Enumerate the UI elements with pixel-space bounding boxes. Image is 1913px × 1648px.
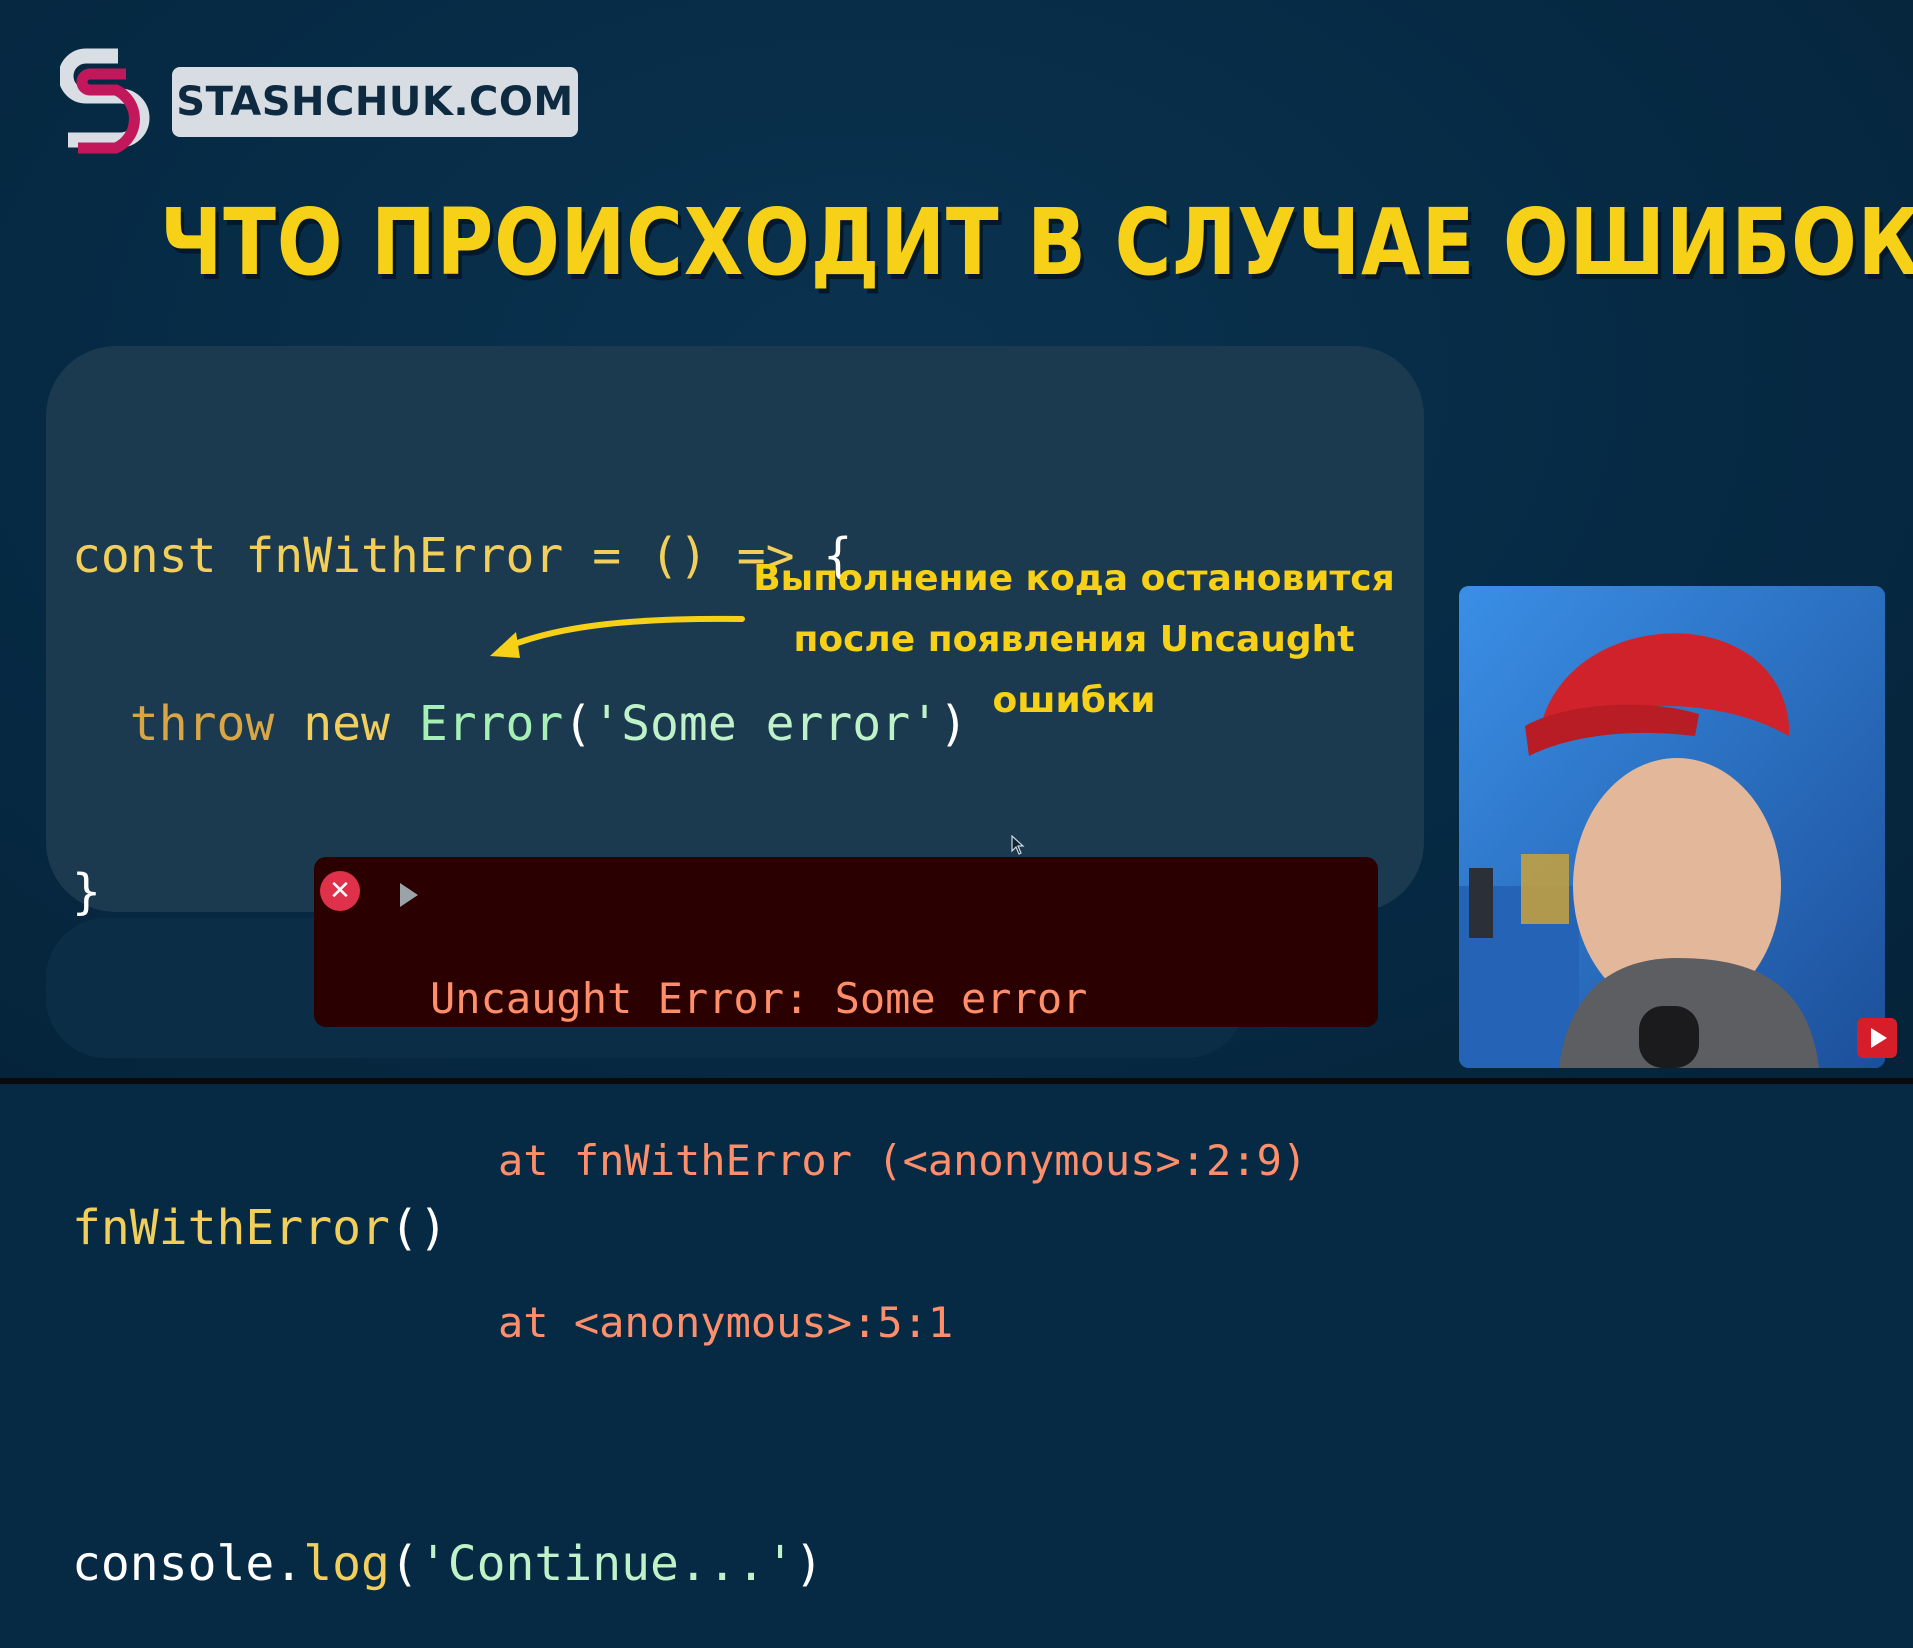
keyword-throw: throw: [129, 696, 275, 752]
page-title: ЧТО ПРОИСХОДИТ В СЛУЧАЕ ОШИБОК: [160, 189, 1913, 296]
operator-equals: =: [592, 528, 622, 584]
code-line-7: console.log('Continue...'): [72, 1536, 968, 1592]
console-object: console.: [72, 1536, 304, 1592]
paren-open: (: [563, 696, 593, 752]
annotation-line-1: Выполнение кода остановится: [753, 558, 1395, 599]
log-method: log: [303, 1536, 390, 1592]
function-name: fnWithError: [245, 528, 564, 584]
close-brace: }: [72, 864, 101, 920]
keyword-const: const: [72, 528, 217, 584]
function-call: fnWithError: [72, 1200, 390, 1256]
mouse-cursor-icon: [1011, 835, 1025, 855]
site-badge: STASHCHUK.COM: [172, 67, 578, 137]
paren-close: ): [794, 1536, 824, 1592]
stack-trace-line-2: at <anonymous>:5:1: [498, 1298, 954, 1347]
class-error: Error: [418, 696, 564, 752]
arrow-icon: [490, 615, 745, 658]
annotation-text: Выполнение кода остановится после появле…: [744, 548, 1404, 731]
site-label: STASHCHUK.COM: [176, 79, 574, 125]
error-x-icon: ✕: [320, 871, 360, 911]
stashchuk-s-logo-icon: [60, 48, 150, 154]
keyword-new: new: [303, 696, 390, 752]
expand-triangle-icon[interactable]: [398, 882, 420, 908]
annotation-line-2: после появления Uncaught: [793, 619, 1355, 660]
presenter-webcam: [1459, 586, 1885, 1068]
parens: (): [650, 528, 708, 584]
stack-trace-line-1: at fnWithError (<anonymous>:2:9): [498, 1136, 1308, 1185]
string-literal: 'Continue...': [418, 1536, 795, 1592]
youtube-subscribe-icon[interactable]: [1857, 1018, 1897, 1058]
error-message: Uncaught Error: Some error: [430, 974, 1088, 1023]
annotation-line-3: ошибки: [992, 680, 1156, 721]
console-error-text: Uncaught Error: Some error at fnWithErro…: [430, 864, 1307, 1404]
presenter-illustration: [1459, 586, 1885, 1068]
paren-open: (: [389, 1536, 419, 1592]
